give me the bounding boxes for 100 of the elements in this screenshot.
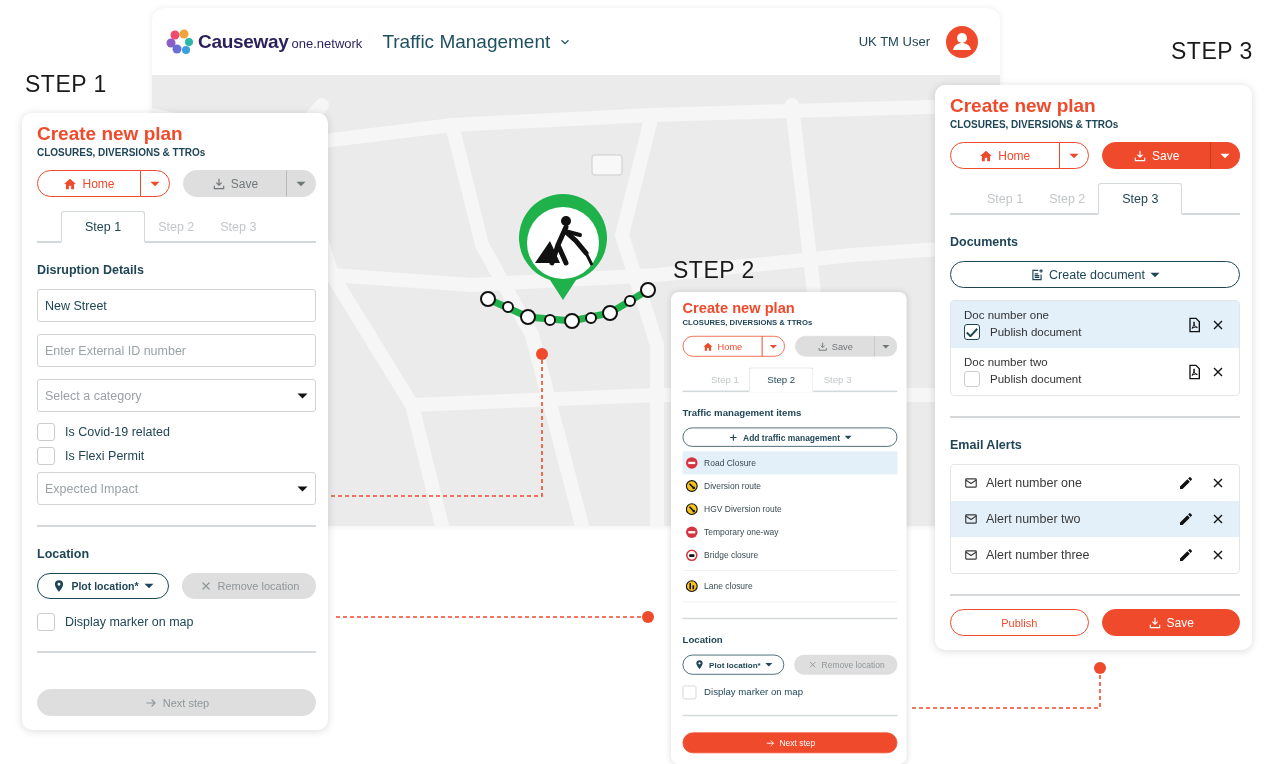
save-button[interactable]: Save [1101, 609, 1240, 636]
dropdown-toggle[interactable] [140, 170, 170, 197]
dropdown-toggle[interactable] [1058, 142, 1089, 169]
home-icon [63, 176, 78, 191]
edit-button[interactable] [1177, 546, 1195, 564]
caret-icon [297, 485, 308, 492]
caret-icon [1068, 152, 1079, 159]
pdf-file-icon [1186, 363, 1202, 380]
module-selector[interactable]: Traffic Management [382, 30, 551, 53]
document-row[interactable]: Doc number two Publish document [951, 348, 1239, 395]
step-tab[interactable]: Step 3 [1098, 183, 1183, 215]
alert-row[interactable]: Alert number two [951, 501, 1239, 537]
download-icon [817, 340, 828, 352]
checkbox-label: Display marker on map [704, 687, 804, 698]
panel-subtitle: CLOSURES, DIVERSIONS & TTROs [950, 119, 1120, 130]
list-item[interactable]: Road Closure [682, 451, 898, 475]
diversion-sign-icon [685, 479, 698, 493]
download-icon [1133, 148, 1148, 163]
diversion-sign-icon [685, 503, 698, 516]
document-name: Doc number one [964, 309, 1051, 321]
caret-icon [764, 662, 773, 667]
no-entry-sign-icon [685, 526, 698, 539]
publish-button[interactable]: Publish [950, 609, 1089, 636]
edit-button[interactable] [1177, 474, 1195, 492]
checkbox-label: Is Flexi Permit [65, 449, 145, 463]
roadworks-marker-icon [519, 193, 607, 300]
caret-icon [297, 392, 308, 399]
section-heading: Documents [950, 235, 1020, 249]
section-heading: Traffic management items [682, 407, 803, 419]
caret-icon [769, 344, 778, 349]
caret-icon [143, 583, 154, 589]
input-field[interactable]: New Street [37, 289, 316, 322]
panel-title: Create new plan [950, 95, 1097, 117]
pencil-icon [1178, 475, 1194, 491]
alert-name: Alert number one [986, 476, 1083, 490]
panel-title: Create new plan [682, 299, 796, 317]
caret-icon [882, 344, 890, 349]
plot-location-button[interactable]: Plot location* [682, 654, 785, 675]
section-heading: Location [37, 547, 91, 561]
lane-sign-icon [685, 580, 698, 593]
no-entry-sign-icon [685, 456, 698, 470]
panel-title: Create new plan [37, 123, 184, 145]
panel-subtitle: CLOSURES, DIVERSIONS & TTROs [37, 147, 207, 158]
section-heading: Email Alerts [950, 438, 1023, 452]
plus-icon [727, 431, 739, 443]
section-heading: Disruption Details [37, 263, 145, 277]
caret-icon [844, 434, 853, 440]
section-heading: Location [682, 634, 724, 646]
alert-name: Alert number two [986, 512, 1082, 526]
caret-icon [150, 180, 160, 187]
download-icon [1147, 615, 1162, 630]
envelope-icon [964, 476, 978, 490]
home-button[interactable]: Home [37, 170, 141, 197]
document-row[interactable]: Doc number one Publish document [951, 301, 1239, 348]
logo-icon [166, 27, 194, 56]
next-step-button[interactable]: Next step [682, 732, 898, 754]
caret-icon [1220, 152, 1230, 159]
alert-name: Alert number three [986, 548, 1091, 562]
step-caption: STEP 1 [25, 71, 107, 98]
home-icon [702, 340, 714, 352]
caret-icon [296, 180, 306, 187]
brand-name: Causeway [198, 30, 289, 53]
checkbox-label: Publish document [990, 373, 1082, 385]
plot-location-button[interactable]: Plot location* [37, 573, 169, 599]
user-name: UK TM User [858, 34, 930, 49]
step-caption: STEP 2 [673, 257, 755, 284]
no-vehicles-sign-icon [685, 549, 698, 562]
save-button[interactable]: Save [1101, 142, 1211, 169]
pencil-icon [1178, 547, 1194, 563]
checkbox-label: Display marker on map [65, 615, 194, 629]
step-tab[interactable]: Step 2 [748, 367, 814, 393]
home-button[interactable]: Home [682, 335, 763, 357]
step-caption: STEP 3 [1171, 38, 1253, 65]
home-button[interactable]: Home [950, 142, 1060, 169]
create-document-button[interactable]: Create document [950, 261, 1240, 288]
alert-row[interactable]: Alert number one [951, 465, 1239, 501]
input-field[interactable]: Enter External ID number [37, 334, 316, 367]
envelope-icon [964, 512, 978, 526]
avatar-icon [946, 25, 978, 58]
pin-icon [694, 659, 706, 671]
brand-suffix: one.network [291, 36, 363, 51]
step-tab[interactable]: Step 1 [61, 211, 146, 243]
alert-row[interactable]: Alert number three [951, 537, 1239, 573]
document-name: Doc number two [964, 356, 1049, 368]
checkbox[interactable] [964, 324, 980, 340]
checkbox-label: Is Covid-19 related [65, 425, 170, 439]
pdf-file-icon [1186, 316, 1202, 333]
download-icon [211, 176, 226, 191]
add-document-icon [1030, 267, 1045, 282]
edit-button[interactable] [1177, 510, 1195, 528]
dropdown-toggle[interactable] [761, 335, 785, 357]
add-traffic-management-button[interactable]: Add traffic management [682, 427, 898, 447]
building-shape [591, 154, 623, 176]
pencil-icon [1178, 511, 1194, 527]
home-icon [979, 148, 994, 163]
caret-icon [1149, 271, 1160, 278]
checkbox-label: Publish document [990, 326, 1082, 338]
dropdown-toggle[interactable] [1210, 142, 1240, 169]
list-item[interactable]: Lane closure [682, 569, 898, 603]
checkmark-icon [966, 327, 978, 337]
